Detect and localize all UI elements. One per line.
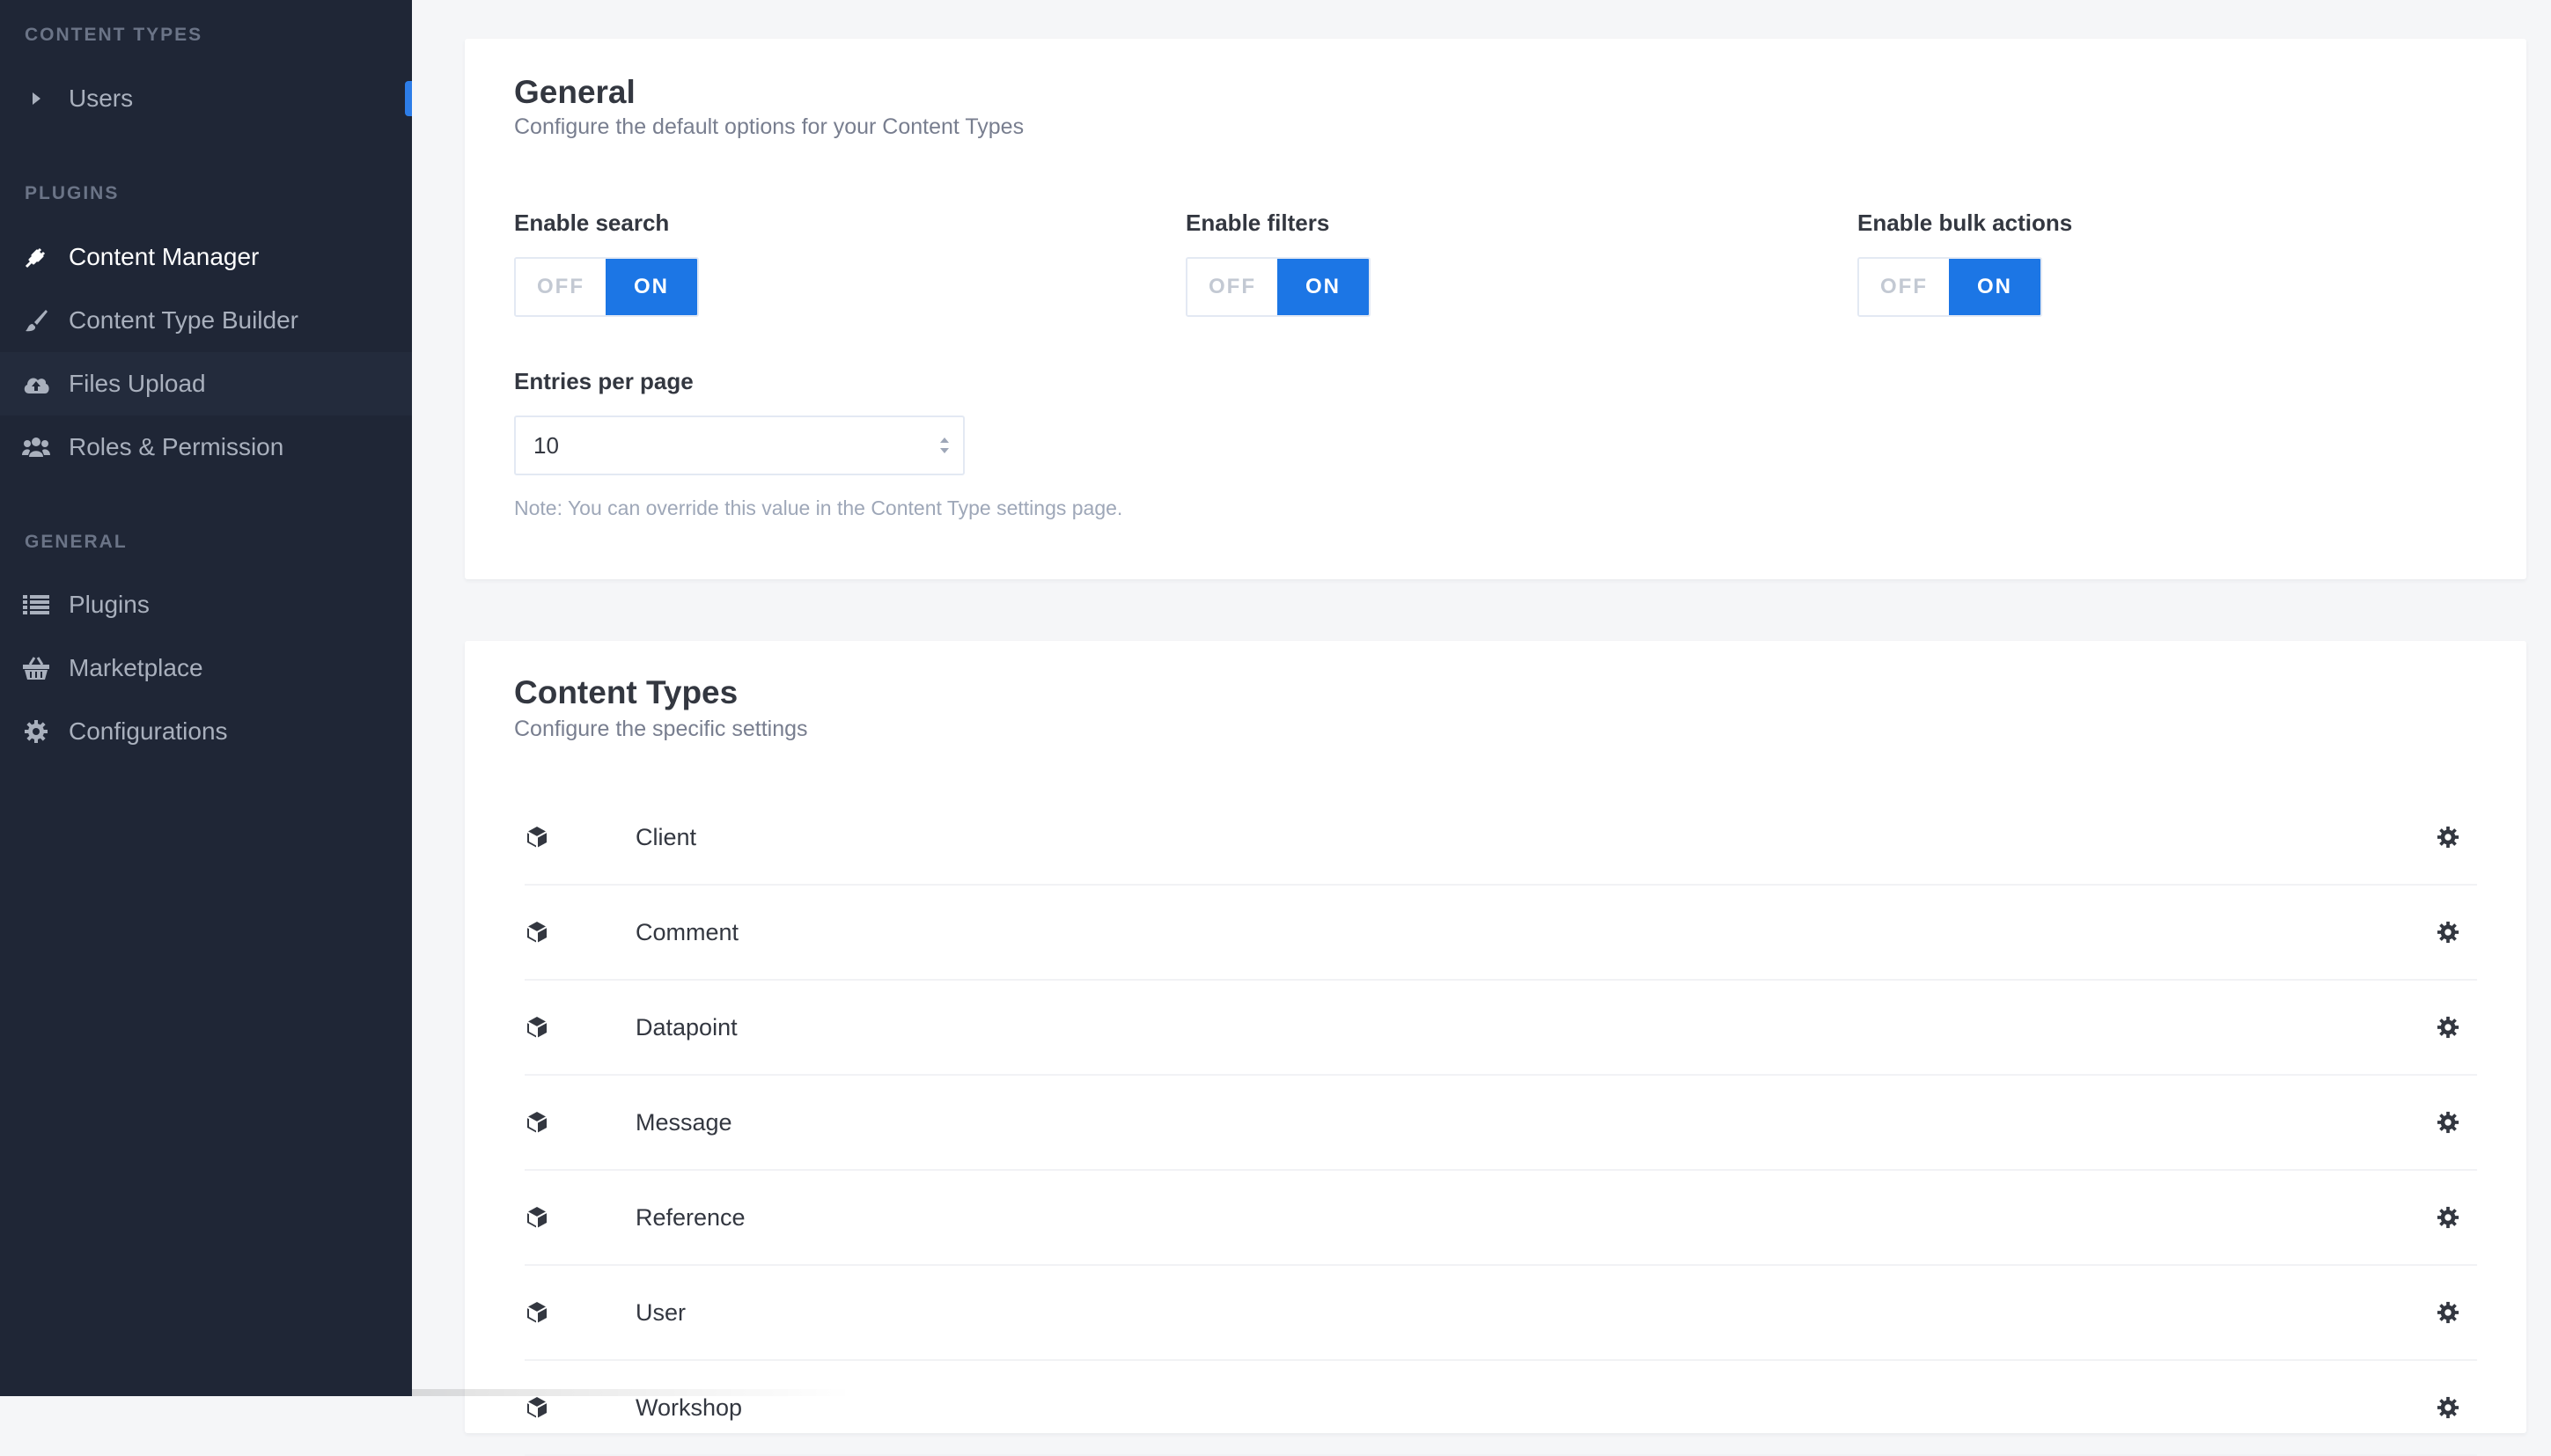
content-type-row[interactable]: Datapoint [525, 981, 2477, 1076]
users-icon [22, 433, 50, 461]
general-settings-card: General Configure the default options fo… [465, 39, 2526, 579]
content-type-name: User [636, 1298, 687, 1326]
content-type-name: Client [636, 823, 697, 850]
sidebar-item-users[interactable]: Users [0, 67, 412, 130]
general-title: General [514, 74, 636, 110]
settings-gear-icon[interactable] [2437, 1301, 2459, 1324]
cube-icon [525, 1205, 549, 1230]
settings-gear-icon[interactable] [2437, 1206, 2459, 1229]
settings-gear-icon[interactable] [2437, 1111, 2459, 1134]
settings-gear-icon[interactable] [2437, 1016, 2459, 1039]
sidebar-heading-content-types: CONTENT TYPES [25, 25, 203, 45]
gear-icon [22, 717, 50, 746]
sidebar: CONTENT TYPES Users PLUGINS Content Mana… [0, 0, 412, 1396]
sidebar-item-label: Files Upload [69, 370, 206, 397]
entries-per-page-value: 10 [533, 431, 559, 459]
content-type-row[interactable]: Message [525, 1076, 2477, 1171]
sidebar-item-marketplace[interactable]: Marketplace [0, 636, 412, 700]
entries-per-page-select[interactable]: 10 [514, 415, 965, 475]
sidebar-item-content-manager[interactable]: Content Manager [0, 225, 412, 289]
sidebar-item-plugins[interactable]: Plugins [0, 573, 412, 636]
cube-icon [525, 1395, 549, 1420]
enable-bulk-actions-toggle: OFF ON [1857, 257, 2042, 317]
content-types-subtitle: Configure the specific settings [514, 717, 808, 741]
sidebar-item-label: Roles & Permission [69, 433, 284, 460]
cloud-upload-icon [22, 370, 50, 398]
enable-bulk-actions-label: Enable bulk actions [1857, 210, 2073, 236]
sidebar-item-label: Plugins [69, 591, 150, 618]
enable-filters-toggle: OFF ON [1186, 257, 1371, 317]
enable-search-toggle: OFF ON [514, 257, 699, 317]
basket-icon [22, 654, 50, 682]
caret-right-icon [22, 85, 50, 113]
content-type-name: Workshop [636, 1393, 743, 1421]
settings-gear-icon[interactable] [2437, 1396, 2459, 1419]
content-type-row[interactable]: User [525, 1266, 2477, 1361]
sidebar-item-configurations[interactable]: Configurations [0, 700, 412, 763]
content-type-name: Datapoint [636, 1013, 738, 1041]
content-type-row[interactable]: Workshop [525, 1361, 2477, 1456]
scroll-shadow [412, 1389, 852, 1396]
sidebar-item-label: Content Manager [69, 243, 260, 270]
sidebar-item-content-type-builder[interactable]: Content Type Builder [0, 289, 412, 352]
sidebar-item-roles-permission[interactable]: Roles & Permission [0, 415, 412, 479]
enable-filters-on-button[interactable]: ON [1277, 259, 1369, 315]
sidebar-heading-plugins: PLUGINS [25, 183, 120, 203]
cube-icon [525, 825, 549, 849]
content-type-row[interactable]: Comment [525, 886, 2477, 981]
enable-bulk-actions-on-button[interactable]: ON [1949, 259, 2040, 315]
sidebar-item-files-upload[interactable]: Files Upload [0, 352, 412, 415]
enable-filters-off-button[interactable]: OFF [1187, 259, 1278, 315]
enable-search-on-button[interactable]: ON [606, 259, 697, 315]
cube-icon [525, 1015, 549, 1040]
sidebar-item-label: Configurations [69, 717, 228, 745]
sidebar-heading-general: GENERAL [25, 532, 128, 552]
cube-icon [525, 1300, 549, 1325]
general-subtitle: Configure the default options for your C… [514, 114, 1025, 139]
enable-filters-label: Enable filters [1186, 210, 1330, 236]
list-icon [22, 591, 50, 619]
paintbrush-icon [22, 306, 50, 335]
sidebar-item-label: Users [69, 85, 134, 112]
cube-icon [525, 920, 549, 945]
content-type-name: Reference [636, 1203, 746, 1231]
settings-gear-icon[interactable] [2437, 921, 2459, 944]
entries-per-page-label: Entries per page [514, 368, 694, 394]
sidebar-item-label: Content Type Builder [69, 306, 298, 334]
sidebar-item-label: Marketplace [69, 654, 203, 681]
content-type-name: Message [636, 1108, 732, 1136]
content-types-title: Content Types [514, 674, 739, 710]
enable-search-off-button[interactable]: OFF [516, 259, 607, 315]
entries-per-page-note: Note: You can override this value in the… [514, 496, 1123, 519]
plug-icon [22, 243, 50, 271]
active-content-type-marker [405, 81, 412, 116]
content-types-card: Content Types Configure the specific set… [465, 641, 2526, 1456]
content-type-name: Comment [636, 918, 739, 945]
settings-gear-icon[interactable] [2437, 826, 2459, 849]
enable-search-label: Enable search [514, 210, 670, 236]
select-arrows-icon [938, 435, 951, 456]
cube-icon [525, 1110, 549, 1135]
enable-bulk-actions-off-button[interactable]: OFF [1859, 259, 1950, 315]
content-type-row[interactable]: Client [525, 791, 2477, 886]
content-type-row[interactable]: Reference [525, 1171, 2477, 1266]
